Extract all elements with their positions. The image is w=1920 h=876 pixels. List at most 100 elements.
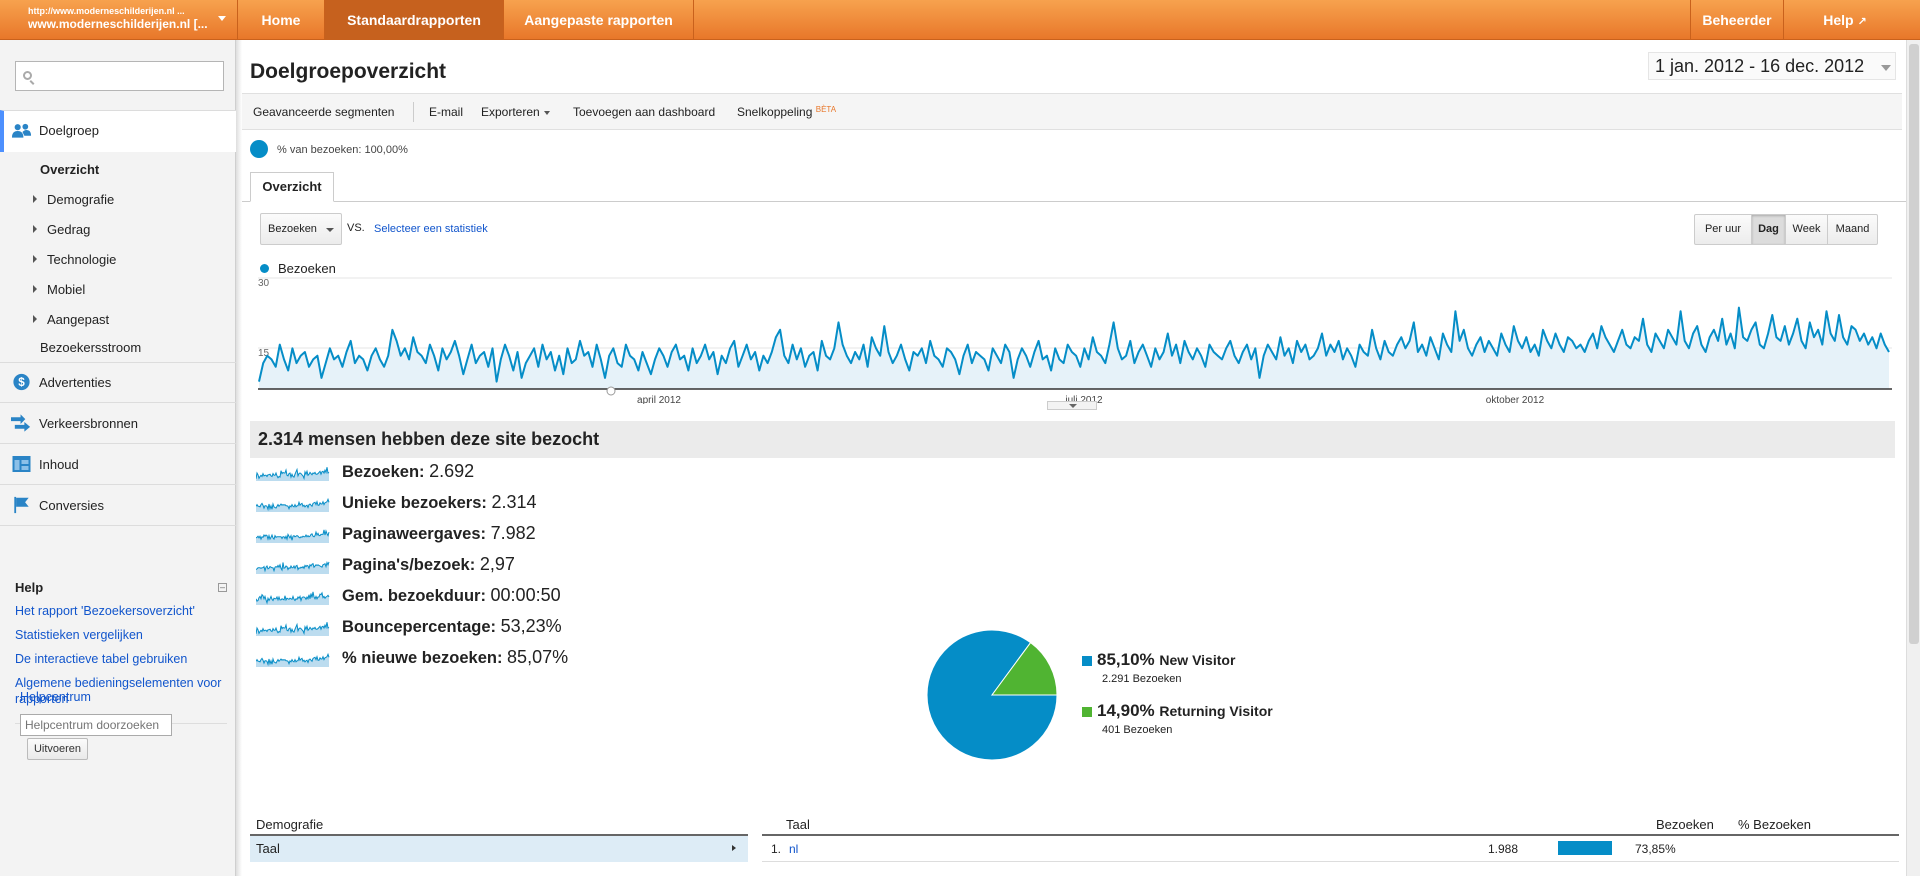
visitors-summary: 2.314 mensen hebben deze site bezocht — [250, 421, 1895, 458]
nav-item-technology[interactable]: Technologie — [33, 252, 116, 267]
nav-item-custom[interactable]: Aangepast — [33, 312, 109, 327]
col-header-visits[interactable]: Bezoeken — [1656, 817, 1714, 832]
help-link[interactable]: Help ↗ — [1784, 0, 1906, 40]
nav-item-mobile[interactable]: Mobiel — [33, 282, 85, 297]
help-center-go-button[interactable]: Uitvoeren — [27, 738, 88, 760]
dollar-icon: $ — [13, 373, 30, 391]
legend-new-visitor-visits: 2.291 Bezoeken — [1102, 673, 1182, 685]
annotation-marker-icon[interactable] — [606, 386, 616, 396]
metric-sparkline — [256, 652, 330, 667]
help-link-report[interactable]: Het rapport 'Bezoekersoverzicht' — [15, 603, 227, 619]
legend-pct: 85,10% — [1097, 650, 1155, 669]
tab-divider — [242, 201, 1910, 202]
add-to-dashboard-button[interactable]: Toevoegen aan dashboard — [573, 105, 715, 119]
metric-name: Bouncepercentage: — [342, 618, 501, 636]
legend-returning-visitor[interactable]: 14,90% Returning Visitor — [1097, 701, 1273, 721]
tab-overview[interactable]: Overzicht — [250, 172, 334, 202]
granularity-hourly-button[interactable]: Per uur — [1694, 214, 1752, 245]
nav-item-label: Gedrag — [47, 222, 91, 237]
tab-standard-reports[interactable]: Standaardrapporten — [325, 0, 504, 40]
metric-label: Bouncepercentage: 53,23% — [342, 616, 562, 637]
nav-section-conversions[interactable]: Conversies — [0, 484, 236, 526]
granularity-week-button[interactable]: Week — [1785, 214, 1828, 245]
help-link-compare[interactable]: Statistieken vergelijken — [15, 627, 227, 643]
shortcut-button[interactable]: Snelkoppeling BÈTA — [737, 105, 836, 119]
left-nav: Doelgroep Overzicht Demografie Gedrag Te… — [0, 40, 236, 876]
help-center-link[interactable]: Helpcentrum — [20, 690, 91, 704]
collapse-icon[interactable]: – — [218, 583, 227, 592]
nav-section-label: Advertenties — [39, 375, 112, 390]
nav-item-visitors-flow[interactable]: Bezoekersstroom — [40, 340, 141, 355]
legend-new-visitor[interactable]: 85,10% New Visitor — [1097, 650, 1235, 670]
metric-name: Unieke bezoekers: — [342, 494, 492, 512]
help-center-search-input[interactable] — [20, 714, 172, 736]
account-selector[interactable]: http://www.moderneschilderijen.nl ... ww… — [0, 0, 238, 40]
nav-shadow — [236, 40, 242, 876]
x-tick-label: april 2012 — [637, 395, 681, 404]
select-statistic-link[interactable]: Selecteer een statistiek — [374, 223, 488, 235]
email-button[interactable]: E-mail — [429, 105, 463, 119]
row-percentage-bar — [1558, 841, 1612, 855]
metric-label: Paginaweergaves: 7.982 — [342, 523, 536, 544]
help-link-table[interactable]: De interactieve tabel gebruiken — [15, 651, 227, 667]
chart-collapse-handle[interactable] — [1047, 401, 1097, 410]
expand-arrow-icon — [33, 285, 37, 293]
metric-value: 2,97 — [479, 554, 515, 574]
granularity-month-button[interactable]: Maand — [1827, 214, 1878, 245]
visitor-type-pie-chart[interactable] — [922, 625, 1062, 765]
account-url: http://www.moderneschilderijen.nl ... — [28, 6, 185, 16]
tab-home[interactable]: Home — [238, 0, 325, 40]
scrollbar-thumb[interactable] — [1909, 44, 1919, 644]
metric-select[interactable]: Bezoeken — [260, 213, 342, 245]
metric-sparkline — [256, 560, 330, 574]
demographics-row-language[interactable]: Taal — [250, 836, 748, 862]
account-name: www.moderneschilderijen.nl [... — [28, 17, 208, 31]
help-panel: Help – Het rapport 'Bezoekersoverzicht' … — [15, 580, 227, 707]
nav-search-input[interactable] — [15, 61, 224, 91]
nav-item-demographics[interactable]: Demografie — [33, 192, 114, 207]
row-percentage: 73,85% — [1635, 842, 1676, 856]
table-row: 1. nl 1.988 73,85% — [762, 836, 1899, 862]
nav-section-traffic[interactable]: Verkeersbronnen — [0, 402, 236, 443]
col-header-language: Taal — [786, 817, 810, 832]
nav-section-content[interactable]: Inhoud — [0, 443, 236, 484]
row-visits: 1.988 — [1488, 842, 1519, 856]
tab-custom-reports[interactable]: Aangepaste rapporten — [504, 0, 694, 40]
date-range-picker[interactable]: 1 jan. 2012 - 16 dec. 2012 — [1648, 52, 1896, 80]
nav-item-behavior[interactable]: Gedrag — [33, 222, 91, 237]
nav-item-overview[interactable]: Overzicht — [40, 162, 99, 177]
vs-label: VS. — [347, 222, 365, 234]
metric-label: Gem. bezoekduur: 00:00:50 — [342, 585, 561, 606]
expand-arrow-icon — [33, 225, 37, 233]
export-button[interactable]: Exporteren — [481, 105, 550, 119]
metric-sparkline — [256, 467, 330, 481]
granularity-day-button[interactable]: Dag — [1751, 214, 1786, 245]
audience-icon — [11, 123, 32, 138]
demographics-title: Demografie — [256, 817, 324, 832]
search-icon — [23, 71, 32, 80]
nav-section-label: Doelgroep — [39, 123, 99, 138]
nav-section-ads[interactable]: $ Advertenties — [0, 362, 236, 402]
chevron-down-icon — [543, 110, 550, 115]
nav-section-audience[interactable]: Doelgroep — [0, 110, 236, 152]
row-language-link[interactable]: nl — [789, 842, 798, 856]
toolbar-divider — [413, 102, 414, 122]
legend-name: New Visitor — [1159, 652, 1236, 668]
metric-label: Bezoeken: 2.692 — [342, 461, 474, 482]
legend-new-visitor-swatch — [1082, 656, 1092, 666]
metric-value: 00:00:50 — [490, 585, 561, 605]
shortcut-label: Snelkoppeling — [737, 105, 813, 119]
metric-sparkline — [256, 497, 330, 512]
nav-section-label: Conversies — [39, 498, 105, 513]
page-scrollbar[interactable] — [1906, 40, 1920, 876]
visits-line-chart[interactable]: 30 15 april 2012 juli 2012 oktober 2012 — [258, 272, 1892, 404]
metric-name: Paginaweergaves: — [342, 525, 491, 543]
metric-select-label: Bezoeken — [268, 223, 317, 235]
col-header-visits-pct[interactable]: % Bezoeken — [1738, 817, 1811, 832]
admin-link[interactable]: Beheerder — [1690, 0, 1784, 40]
chevron-right-icon — [732, 845, 736, 851]
svg-text:$: $ — [18, 376, 25, 389]
flag-icon — [14, 496, 29, 514]
advanced-segments-button[interactable]: Geavanceerde segmenten — [253, 105, 394, 119]
metric-name: Bezoeken: — [342, 463, 430, 481]
